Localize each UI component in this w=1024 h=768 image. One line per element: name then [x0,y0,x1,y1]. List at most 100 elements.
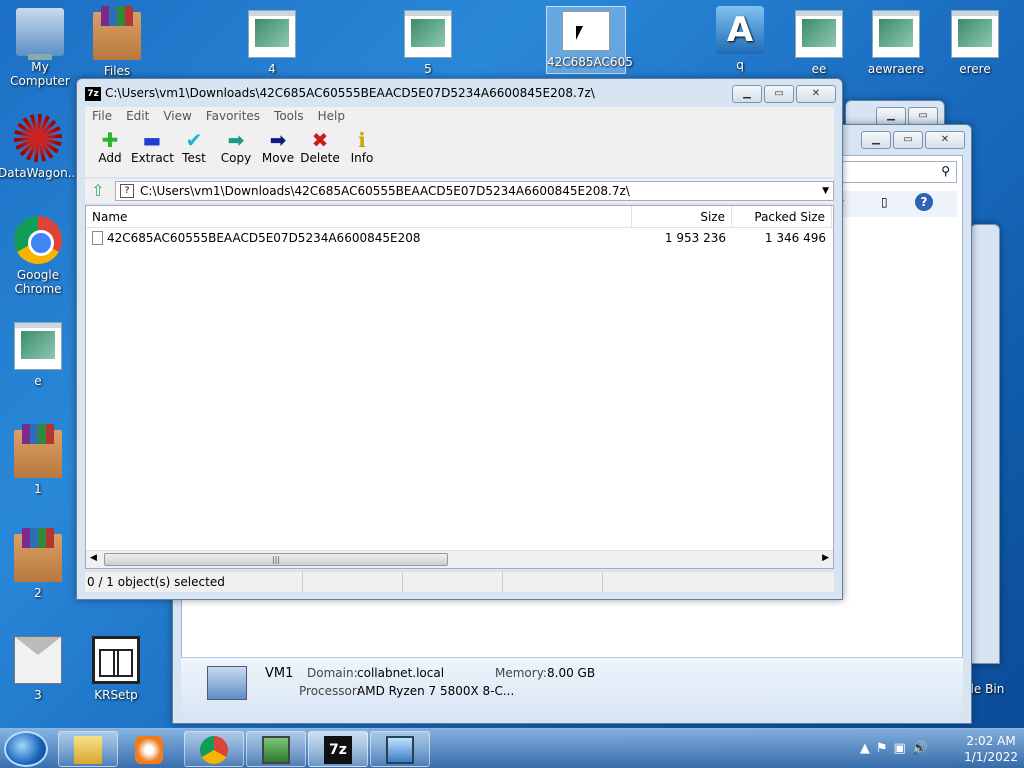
address-bar: ⇧ ? C:\Users\vm1\Downloads\42C685AC60555B… [85,179,834,203]
column-name[interactable]: Name [86,206,632,227]
file-icon [92,231,103,245]
folder-up-icon[interactable]: ⇧ [87,181,109,201]
desktop-icon-1[interactable]: 1 [0,424,78,496]
column-size[interactable]: Size [632,206,732,227]
path-type-icon: ? [120,184,134,198]
copy-arrow-icon: ➡ [227,128,245,152]
menu-help[interactable]: Help [311,107,352,125]
taskbar-network-tool[interactable] [246,731,306,767]
archive-box-icon [14,424,62,478]
add-button[interactable]: ✚ Add [89,125,131,177]
system-tray: ▲⚑▣🔊 [860,741,934,756]
status-cell [303,572,403,592]
computer-icon [207,666,247,700]
delete-button[interactable]: ✖ Delete [299,125,341,177]
chrome-icon [14,216,62,264]
file-name: 42C685AC60555BEAACD5E07D5234A6600845E208 [107,231,421,245]
menu-tools[interactable]: Tools [267,107,311,125]
path-input[interactable]: ? C:\Users\vm1\Downloads\42C685AC60555BEA… [115,181,834,201]
desktop-icon-aewraere[interactable]: aewraere [856,10,936,76]
taskbar-7zip[interactable]: 7z [308,731,368,767]
taskbar: 7z ▲⚑▣🔊 2:02 AM 1/1/2022 [0,728,1024,768]
extract-button[interactable]: ▬ Extract [131,125,174,177]
minimize-button[interactable]: ▁ [732,85,762,103]
background-window-3[interactable] [970,224,1000,664]
computer-icon [16,8,64,60]
document-icon [404,10,452,58]
search-input[interactable]: ⚲ [827,161,957,183]
memory-value: 8.00 GB [547,666,596,680]
menu-file[interactable]: File [85,107,119,125]
desktop-icon-42c685ac605[interactable]: 42C685AC605 [546,6,633,74]
folder-icon [74,736,102,764]
help-icon[interactable]: ? [915,193,933,211]
action-center-flag-icon[interactable]: ⚑ [876,741,894,756]
domain-value: collabnet.local [357,666,445,680]
show-hidden-icons-icon[interactable]: ▲ [860,741,876,756]
archive-box-icon [93,6,141,60]
clock[interactable]: 2:02 AM 1/1/2022 [964,733,1018,765]
document-icon [872,10,920,58]
krsetp-window-icon [92,636,140,684]
test-button[interactable]: ✔ Test [173,125,215,177]
maximize-icon[interactable]: ▭ [893,131,923,149]
desktop-icon-5[interactable]: 5 [388,10,468,76]
volume-icon[interactable]: 🔊 [912,741,934,756]
desktop-icon-erere[interactable]: erere [935,10,1015,76]
desktop-icon-3[interactable]: 3 [0,636,78,702]
desktop-icon-2[interactable]: 2 [0,528,78,600]
list-item[interactable]: 42C685AC60555BEAACD5E07D5234A6600845E208… [86,228,833,248]
chevron-down-icon[interactable]: ▼ [822,186,829,196]
maximize-icon[interactable]: ▭ [908,107,938,125]
plus-icon: ✚ [101,128,119,152]
7zip-app-icon: 7z [85,86,101,101]
7zip-window[interactable]: 7z C:\Users\vm1\Downloads\42C685AC60555BE… [76,78,843,600]
menu-favorites[interactable]: Favorites [199,107,267,125]
file-packed-size: 1 346 496 [764,231,826,245]
move-arrow-icon: ➡ [269,128,287,152]
desktop-icon-chrome[interactable]: Google Chrome [0,216,78,296]
scrollbar-thumb[interactable]: ||| [104,553,448,566]
move-button[interactable]: ➡ Move [257,125,299,177]
close-button[interactable]: ✕ [796,85,836,103]
toolbar: ✚ Add ▬ Extract ✔ Test ➡ Copy ➡ Move ✖ Delete … [85,125,834,177]
status-bar: 0 / 1 object(s) selected [85,572,834,592]
memory-label: Memory: [495,666,547,680]
desktop-icon-4[interactable]: 4 [232,10,312,76]
desktop-icon-krsetp[interactable]: KRSetp [76,636,156,702]
taskbar-chrome[interactable] [184,731,244,767]
menu-edit[interactable]: Edit [119,107,156,125]
check-icon: ✔ [185,128,203,152]
desktop-icon-q[interactable]: Aq [700,6,780,72]
menu-view[interactable]: View [156,107,198,125]
desktop-icon-recycle-bin[interactable]: cle Bin [964,682,1024,696]
scroll-right-icon[interactable]: ▶ [822,553,829,563]
app-a-icon: A [716,6,764,54]
window-title: 7z C:\Users\vm1\Downloads\42C685AC60555BE… [85,86,595,101]
scroll-left-icon[interactable]: ◀ [90,553,97,563]
info-button[interactable]: ℹ Info [341,125,383,177]
taskbar-control-panel[interactable] [370,731,430,767]
desktop-icon-ee[interactable]: ee [779,10,859,76]
column-packed-size[interactable]: Packed Size [732,206,832,227]
desktop-icon-datawagon[interactable]: DataWagon... [0,114,79,180]
start-button[interactable] [4,731,48,767]
horizontal-scrollbar[interactable]: ◀ ||| ▶ [86,550,833,568]
window-caption-buttons: ▁ ▭ ✕ [859,131,965,149]
desktop-icon-files[interactable]: Files [77,6,157,78]
taskbar-media-player[interactable] [120,731,176,767]
maximize-button[interactable]: ▭ [764,85,794,103]
file-list: Name Size Packed Size 42C685AC60555BEAAC… [85,205,834,569]
close-icon[interactable]: ✕ [925,131,965,149]
minimize-icon[interactable]: ▁ [861,131,891,149]
network-monitor-icon [262,736,290,764]
copy-button[interactable]: ➡ Copy [215,125,257,177]
taskbar-explorer[interactable] [58,731,118,767]
network-icon[interactable]: ▣ [894,741,912,756]
desktop-icon-e[interactable]: e [0,322,78,388]
window-caption-buttons: ▁ ▭ ✕ [730,85,836,103]
preview-pane-icon[interactable]: ▯ [881,195,888,209]
desktop-icon-my-computer[interactable]: My Computer [0,8,80,88]
minimize-icon[interactable]: ▁ [876,107,906,125]
status-cell [503,572,603,592]
